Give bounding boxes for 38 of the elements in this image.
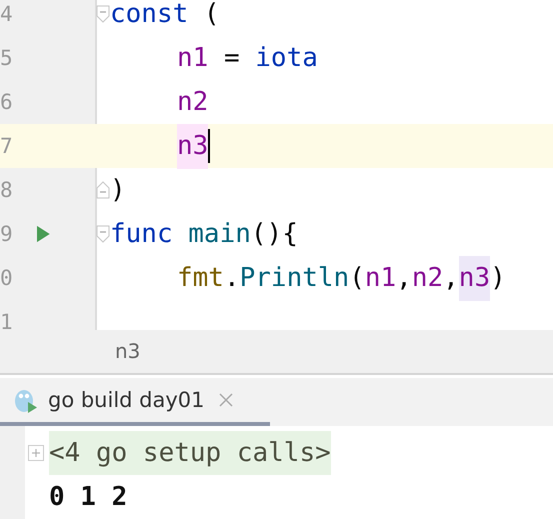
code-token: main: [188, 218, 251, 250]
code-token: n3: [177, 124, 208, 168]
fold-icon[interactable]: [96, 5, 110, 23]
line-number: 7: [0, 138, 14, 154]
code-token: ): [110, 174, 126, 206]
code-token: fmt: [177, 262, 224, 294]
code-token: iota: [255, 42, 318, 74]
code-token: n1: [364, 262, 396, 294]
code-token: (: [349, 262, 365, 294]
code-token: const: [110, 0, 188, 30]
code-token: Println: [240, 262, 350, 294]
line-number: 0: [0, 270, 14, 286]
line-number: 8: [0, 182, 14, 198]
fold-icon[interactable]: [96, 181, 110, 199]
code-token: n1: [177, 42, 208, 74]
code-token: n2: [177, 86, 208, 118]
line-number: 6: [0, 94, 14, 110]
code-token: n3: [458, 256, 490, 300]
run-icon[interactable]: [37, 225, 50, 243]
code-token: ,: [396, 262, 412, 294]
code-token: ): [490, 262, 506, 294]
expand-icon[interactable]: [28, 445, 44, 461]
fold-icon[interactable]: [96, 225, 110, 243]
line-number: 1: [0, 314, 14, 330]
code-token: n2: [412, 262, 444, 294]
code-token: =: [222, 42, 241, 74]
line-number: 4: [0, 6, 14, 22]
code-token: func: [110, 218, 174, 250]
console-output: 0 1 2: [49, 482, 128, 512]
code-token: (){: [250, 218, 298, 250]
line-number: 5: [0, 50, 14, 66]
code-token: ,: [443, 262, 459, 294]
code-token: .: [224, 262, 240, 294]
folded-output[interactable]: <4 go setup calls>: [49, 431, 331, 475]
code-token: (: [202, 0, 220, 30]
line-number: 9: [0, 226, 14, 242]
breadcrumb[interactable]: n3: [115, 339, 140, 364]
close-icon[interactable]: [218, 392, 233, 407]
